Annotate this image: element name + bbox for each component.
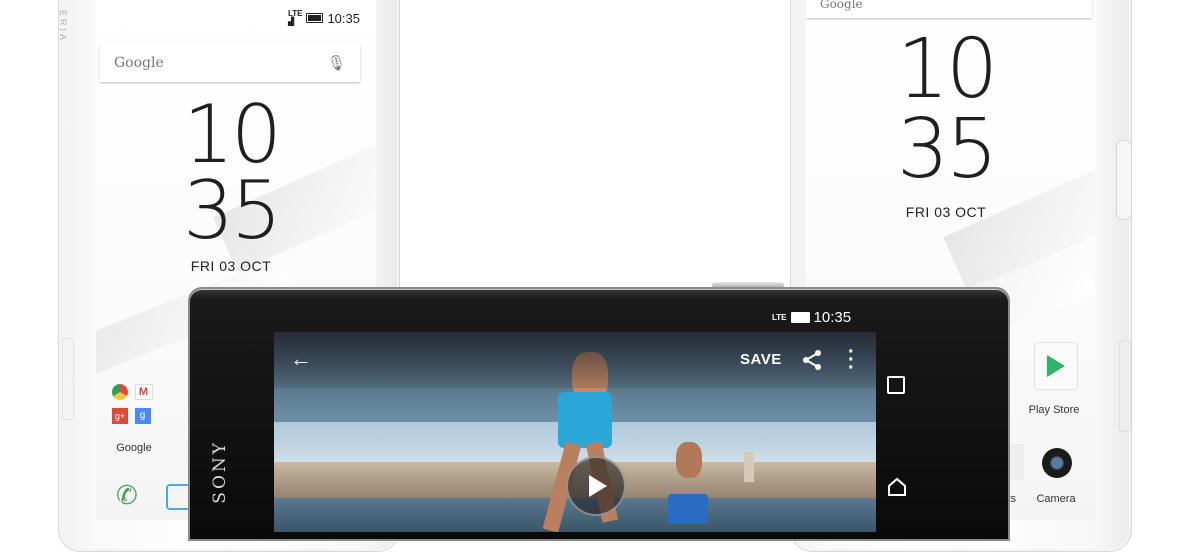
left-phone-brand: ERIA — [58, 10, 68, 44]
clock-minute-right: 35 — [896, 102, 998, 197]
google-plus-icon: g+ — [112, 407, 128, 424]
center-status-bar: LTE 10:35 — [772, 309, 851, 326]
date-label-right: FRI 03 OCT — [905, 204, 987, 220]
mic-icon[interactable]: 🎙 — [327, 54, 346, 72]
left-side-button[interactable] — [62, 338, 74, 420]
contacts-icon[interactable] — [1008, 444, 1024, 480]
date-label: FRI 03 OCT — [190, 258, 272, 274]
google-search-bar[interactable]: Google 🎙 — [100, 44, 360, 82]
right-volume-button[interactable] — [1119, 340, 1131, 432]
battery-icon — [306, 13, 324, 23]
camera-icon[interactable] — [1042, 448, 1072, 478]
status-time: 10:35 — [327, 10, 360, 26]
google-logo: Google — [114, 55, 164, 71]
center-status-time: 10:35 — [813, 309, 852, 326]
left-status-bar: LTE ▟ 10:35 — [288, 10, 360, 26]
chrome-icon — [112, 384, 128, 400]
battery-icon-center — [790, 312, 810, 323]
sony-logo: SONY — [210, 440, 230, 504]
clock-minute: 35 — [183, 164, 282, 257]
google-logo-right: Google — [820, 0, 863, 11]
google-folder[interactable]: M g+ g — [112, 384, 154, 428]
camera-label: Camera — [1036, 493, 1076, 505]
play-icon[interactable] — [566, 456, 626, 516]
arrow-left-icon[interactable]: ← — [290, 346, 312, 372]
play-store-label: Play Store — [1028, 404, 1080, 416]
clock-hour-right: 10 — [896, 22, 998, 117]
recents-square-icon[interactable] — [887, 376, 905, 394]
lte-signal-icon-center: LTE — [772, 312, 787, 322]
folder-label: Google — [116, 442, 152, 454]
google-apps-icon: g — [134, 407, 151, 424]
photo-viewer[interactable]: ← SAVE · · · — [274, 332, 876, 532]
phone-icon[interactable]: ✆ — [116, 480, 146, 510]
right-power-button[interactable] — [1116, 140, 1132, 220]
google-search-bar-right[interactable]: Google — [806, 0, 1092, 18]
more-vert-icon[interactable]: · · · — [848, 342, 855, 378]
gmail-icon: M — [134, 384, 153, 400]
play-store-icon[interactable] — [1034, 342, 1078, 390]
home-icon[interactable] — [886, 476, 908, 498]
photo-toolbar — [274, 332, 876, 388]
share-icon[interactable] — [800, 348, 824, 372]
lte-signal-icon: LTE ▟ — [287, 9, 303, 26]
save-button[interactable]: SAVE — [740, 351, 782, 368]
jumper-figure-2 — [654, 432, 724, 532]
